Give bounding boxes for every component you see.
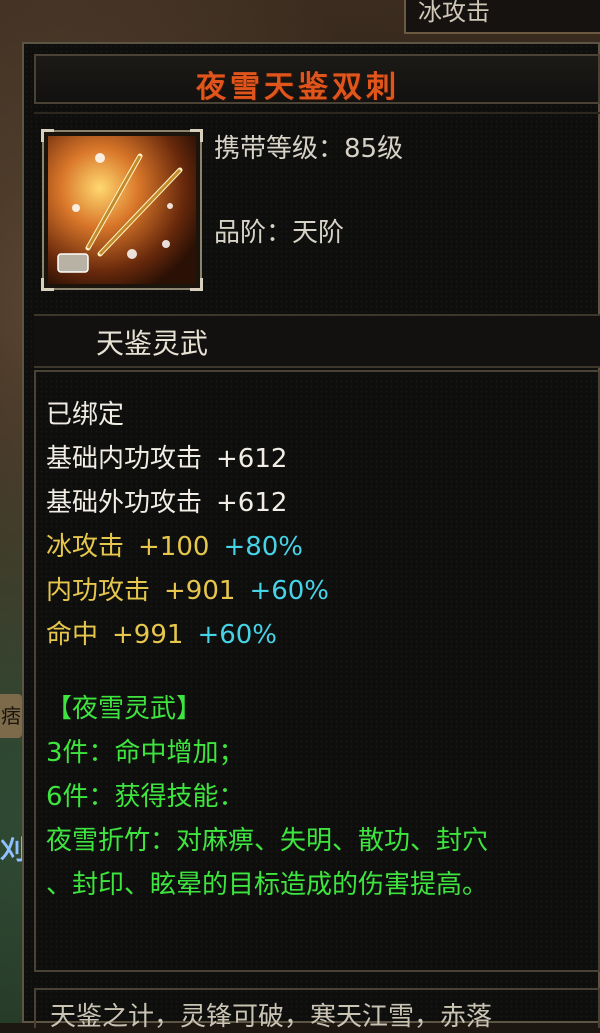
background-edge-button[interactable]: 痞 — [0, 694, 22, 738]
item-title: 夜雪天鉴双刺 — [196, 70, 400, 105]
stat-name: 基础外功攻击 — [46, 488, 203, 518]
stat-value: +901 — [164, 576, 236, 606]
stat-line: 基础外功攻击 +612 — [46, 482, 287, 519]
stat-line: 基础内功攻击 +612 — [46, 438, 287, 475]
item-description: 天鉴之计，灵锋可破，寒天江雪，赤落 — [50, 1002, 493, 1032]
set-bonus-3: 3件：命中增加； — [46, 738, 245, 768]
carry-level: 携带等级：85级 — [214, 134, 404, 164]
stat-value: +612 — [216, 488, 288, 518]
set-series-row: 天鉴灵武 — [34, 314, 600, 368]
stat-bonus: +60% — [197, 620, 278, 650]
twin-daggers-icon — [48, 136, 196, 284]
item-grade: 品阶：天阶 — [214, 218, 345, 248]
item-tooltip: 夜雪天鉴双刺 携带等级：85级 品阶：天阶 天鉴灵武 已绑定 基础内功攻击 +6… — [22, 42, 600, 1032]
tooltip-title-bar: 夜雪天鉴双刺 — [34, 54, 600, 105]
description-box: 天鉴之计，灵锋可破，寒天江雪，赤落 — [34, 988, 600, 1032]
set-skill-line-1: 夜雪折竹：对麻痹、失明、散功、封穴 — [46, 826, 489, 856]
stat-value: +612 — [216, 444, 288, 474]
set-skill-line-2: 、封印、眩晕的目标造成的伤害提高。 — [46, 870, 489, 900]
bind-status: 已绑定 — [46, 400, 125, 430]
item-icon-frame[interactable] — [41, 129, 203, 291]
stat-name: 冰攻击 — [46, 532, 125, 562]
item-header: 携带等级：85级 品阶：天阶 — [34, 112, 600, 314]
stats-panel: 已绑定 基础内功攻击 +612 基础外功攻击 +612 冰攻击 +100 +80% 内功… — [34, 370, 600, 972]
stat-bonus: +80% — [223, 532, 304, 562]
stat-value: +100 — [138, 532, 210, 562]
stat-bonus: +60% — [249, 576, 330, 606]
stat-name: 命中 — [46, 620, 99, 650]
stat-line: 命中 +991 +60% — [46, 614, 277, 651]
set-name: 【夜雪灵武】 — [46, 694, 203, 724]
set-bonus-6: 6件：获得技能： — [46, 782, 245, 812]
stat-name: 基础内功攻击 — [46, 444, 203, 474]
stat-value: +991 — [112, 620, 184, 650]
stat-line: 冰攻击 +100 +80% — [46, 526, 303, 563]
stat-line: 内功攻击 +901 +60% — [46, 570, 329, 607]
background-tab-label: 冰攻击 — [418, 0, 490, 26]
stat-name: 内功攻击 — [46, 576, 151, 606]
set-series-name: 天鉴灵武 — [96, 327, 209, 360]
background-tab[interactable]: 冰攻击 — [404, 0, 600, 34]
